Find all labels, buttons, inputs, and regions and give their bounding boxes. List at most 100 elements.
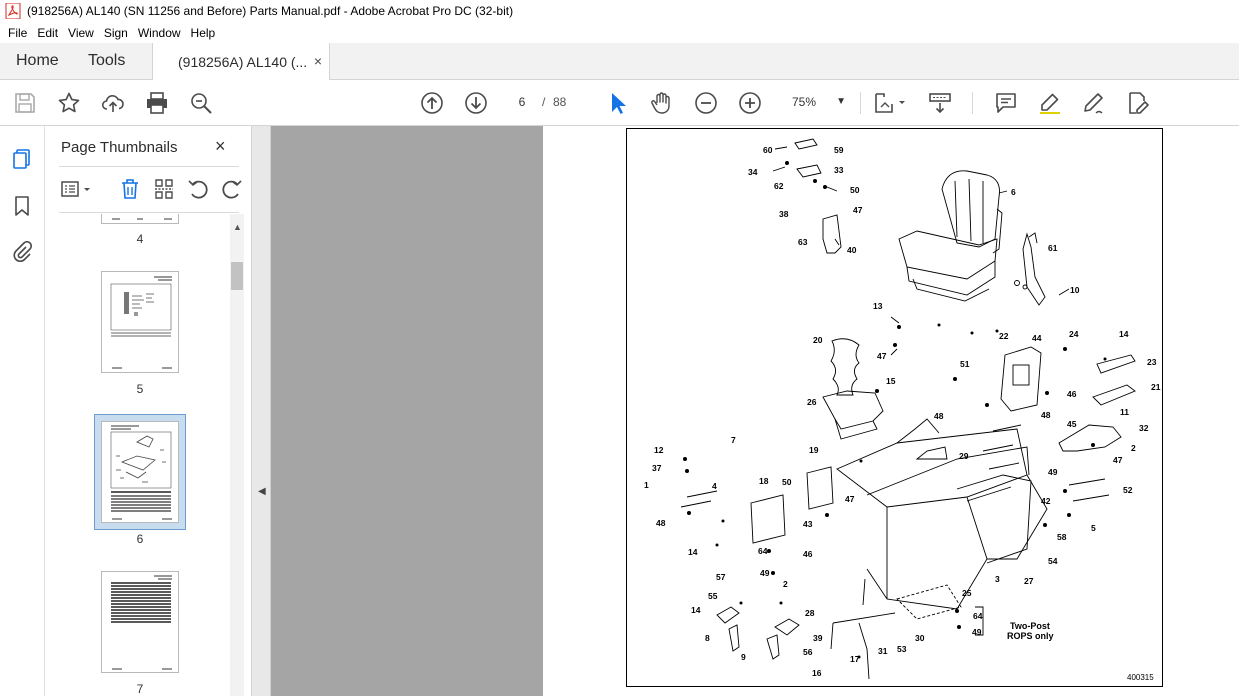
- callout-11: 11: [1120, 407, 1129, 417]
- chevron-down-icon: ▼: [836, 96, 846, 107]
- scrollbar-thumb[interactable]: [231, 262, 243, 290]
- thumbnail-page[interactable]: [101, 214, 179, 224]
- select-cursor-icon[interactable]: [606, 91, 630, 115]
- page-number-input[interactable]: [507, 90, 537, 114]
- callout-27: 27: [1024, 576, 1034, 586]
- callout-8: 8: [705, 633, 710, 643]
- callout-48c: 48: [656, 518, 666, 528]
- comment-icon[interactable]: [994, 91, 1018, 115]
- parts-drawing: 60 59 34 33 62 50 38 47 63 40 6 61 10 13…: [626, 128, 1163, 687]
- callout-10: 10: [1070, 285, 1080, 295]
- callout-54: 54: [1048, 556, 1058, 566]
- tab-close-icon[interactable]: ×: [314, 53, 322, 69]
- collapse-left-icon[interactable]: ◀: [258, 486, 266, 497]
- menu-window[interactable]: Window: [133, 26, 186, 40]
- zoom-search-icon[interactable]: [189, 91, 213, 115]
- callout-32: 32: [1139, 423, 1149, 433]
- callout-63: 63: [798, 237, 808, 247]
- callout-50b: 50: [782, 477, 792, 487]
- tab-document-label: (918256A) AL140 (...: [178, 53, 308, 70]
- rotate-right-icon[interactable]: [221, 178, 245, 200]
- callout-56: 56: [803, 647, 813, 657]
- draw-sign-icon[interactable]: [1082, 91, 1106, 115]
- extract-pages-icon[interactable]: [153, 178, 177, 200]
- page-thumbnails-panel: Page Thumbnails × 4 5 6 7 ▲: [45, 126, 252, 696]
- highlight-pen-icon[interactable]: [1038, 91, 1062, 115]
- callout-45: 45: [1067, 419, 1077, 429]
- thumbnail-options-icon[interactable]: [60, 178, 94, 200]
- callout-42: 42: [1041, 496, 1051, 506]
- menu-bar: File Edit View Sign Window Help: [0, 22, 1239, 43]
- rotate-left-icon[interactable]: [187, 178, 211, 200]
- panel-close-icon[interactable]: ×: [215, 136, 226, 157]
- thumbnail-page[interactable]: [101, 271, 179, 373]
- callout-40: 40: [847, 245, 857, 255]
- callout-38: 38: [779, 209, 789, 219]
- bookmarks-icon[interactable]: [11, 195, 35, 219]
- tab-home[interactable]: Home: [16, 43, 59, 79]
- upload-cloud-icon[interactable]: [101, 91, 125, 115]
- thumbnail-page[interactable]: [101, 571, 179, 673]
- zoom-value: 75%: [792, 95, 817, 109]
- edit-pdf-icon[interactable]: [1126, 91, 1150, 115]
- document-viewport[interactable]: 60 59 34 33 62 50 38 47 63 40 6 61 10 13…: [271, 126, 1239, 696]
- rops-note-line2: ROPS only: [1007, 631, 1054, 641]
- menu-file[interactable]: File: [3, 26, 32, 40]
- scroll-up-icon[interactable]: ▲: [233, 222, 242, 232]
- panel-divider: [59, 166, 239, 167]
- callout-49: 49: [1048, 467, 1058, 477]
- callout-47d: 47: [845, 494, 855, 504]
- left-nav-rail: [0, 126, 45, 696]
- window-title: (918256A) AL140 (SN 11256 and Before) Pa…: [27, 4, 514, 18]
- callout-48: 48: [1041, 410, 1051, 420]
- callout-3: 3: [995, 574, 1000, 584]
- callout-16: 16: [812, 668, 822, 678]
- callout-58: 58: [1057, 532, 1067, 542]
- menu-help[interactable]: Help: [186, 26, 221, 40]
- thumbnail-scrollbar[interactable]: ▲: [230, 214, 244, 696]
- callout-23: 23: [1147, 357, 1157, 367]
- callout-47: 47: [853, 205, 863, 215]
- menu-sign[interactable]: Sign: [99, 26, 133, 40]
- next-page-icon[interactable]: [464, 91, 488, 115]
- callout-49c: 49: [972, 627, 982, 637]
- panel-title: Page Thumbnails: [61, 139, 178, 156]
- save-icon[interactable]: [13, 91, 37, 115]
- callout-60: 60: [763, 145, 773, 155]
- menu-edit[interactable]: Edit: [32, 26, 63, 40]
- print-icon[interactable]: [145, 91, 169, 115]
- bookmark-star-icon[interactable]: [57, 91, 81, 115]
- callout-26: 26: [807, 397, 817, 407]
- callout-49b: 49: [760, 568, 770, 578]
- callout-9: 9: [741, 652, 746, 662]
- previous-page-icon[interactable]: [420, 91, 444, 115]
- delete-page-icon[interactable]: [119, 178, 143, 200]
- callout-5: 5: [1091, 523, 1096, 533]
- callout-43: 43: [803, 519, 813, 529]
- zoom-out-icon[interactable]: [694, 91, 718, 115]
- panel-collapse-handle[interactable]: ◀: [252, 126, 271, 696]
- callout-39: 39: [813, 633, 823, 643]
- callout-55: 55: [708, 591, 718, 601]
- callout-7: 7: [731, 435, 736, 445]
- fit-page-icon[interactable]: [873, 91, 909, 115]
- scroll-mode-icon[interactable]: [928, 91, 952, 115]
- toolbar-divider: [860, 92, 861, 114]
- callout-15: 15: [886, 376, 896, 386]
- zoom-select[interactable]: 75% ▼: [782, 90, 850, 114]
- menu-view[interactable]: View: [63, 26, 99, 40]
- thumbnail-label: 5: [136, 382, 144, 396]
- thumbnail-label: 7: [136, 682, 144, 696]
- callout-52: 52: [1123, 485, 1133, 495]
- callout-50: 50: [850, 185, 860, 195]
- attachments-icon[interactable]: [11, 240, 35, 265]
- tab-document[interactable]: (918256A) AL140 (... ×: [152, 43, 330, 80]
- thumbnail-page-selected[interactable]: [101, 421, 179, 523]
- hand-tool-icon[interactable]: [650, 91, 674, 115]
- zoom-in-icon[interactable]: [738, 91, 762, 115]
- callout-14c: 14: [691, 605, 701, 615]
- callout-6: 6: [1011, 187, 1016, 197]
- page-thumbnails-icon[interactable]: [11, 148, 35, 172]
- main-toolbar: / 88 75% ▼: [0, 80, 1239, 126]
- tab-tools[interactable]: Tools: [88, 43, 125, 79]
